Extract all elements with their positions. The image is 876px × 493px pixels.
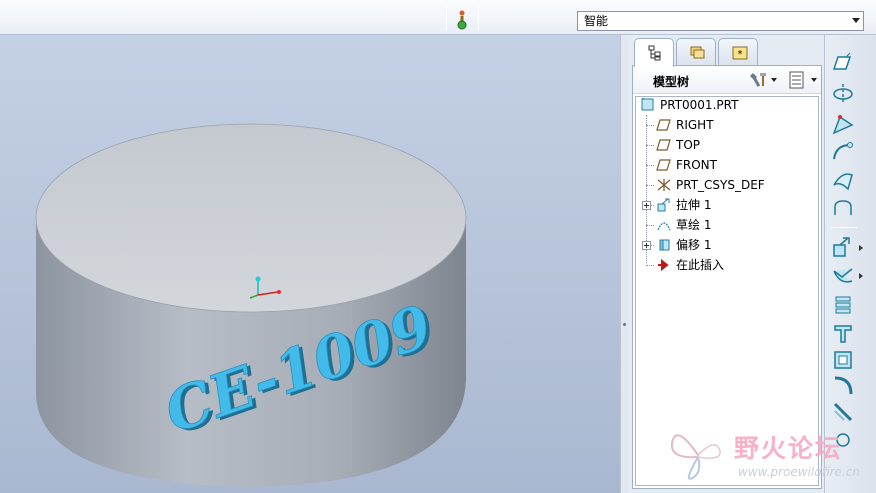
toolbar-separator (831, 227, 857, 228)
chevron-right-icon[interactable] (859, 245, 863, 251)
expand-icon[interactable] (642, 241, 651, 250)
watermark-url: www.proewildfire.cn (738, 465, 860, 479)
expand-icon[interactable] (642, 201, 651, 210)
list-icon (789, 71, 804, 89)
top-toolbar: 智能 (0, 0, 876, 35)
chevron-down-icon (771, 78, 777, 82)
folder-browser-icon (690, 46, 705, 59)
extrude-tool-icon[interactable] (830, 235, 856, 261)
traffic-light-icon[interactable] (455, 9, 469, 31)
hole-tool-icon[interactable] (830, 347, 856, 373)
datum-plane-icon (656, 119, 671, 131)
shell-tool-icon[interactable] (830, 321, 856, 347)
folder-browser-tab[interactable] (676, 38, 716, 65)
revolve-tool-icon[interactable] (830, 263, 856, 289)
model-tree-tab[interactable] (634, 38, 674, 67)
butterfly-logo-icon (670, 434, 721, 480)
selection-filter-select[interactable]: 智能 (577, 11, 864, 31)
cylinder-model[interactable]: CE-1009 CE-1009 (0, 35, 620, 493)
datum-plane-tool-icon[interactable] (830, 51, 856, 77)
panel-sash[interactable] (620, 35, 628, 493)
svg-text:*: * (738, 49, 743, 60)
coordinate-system-icon (657, 179, 671, 191)
rib-tool-icon[interactable] (830, 293, 856, 319)
datum-curve-tool-icon[interactable] (830, 139, 856, 165)
part-icon (640, 98, 656, 111)
datum-plane-icon (656, 159, 671, 171)
cylinder-top-face (35, 123, 467, 313)
selection-filter-value: 智能 (584, 14, 609, 28)
chevron-down-icon (811, 78, 817, 82)
toolbar-separator (478, 6, 479, 30)
sash-grip-icon (623, 323, 626, 326)
sketch-tool-icon[interactable] (830, 167, 856, 193)
toolbar-separator (446, 6, 447, 30)
model-tree-icon (648, 45, 661, 61)
tree-title: 模型树 (653, 75, 690, 89)
insert-here-icon (658, 258, 669, 272)
tree-settings-button[interactable] (749, 71, 779, 89)
datum-point-tool-icon[interactable] (830, 111, 856, 137)
chevron-down-icon (852, 18, 860, 23)
graphics-viewport[interactable]: CE-1009 CE-1009 (0, 35, 620, 493)
chamfer-tool-icon[interactable] (830, 399, 856, 425)
tree-header: 模型树 (633, 66, 821, 94)
tree-show-button[interactable] (787, 71, 819, 89)
favorites-icon: * (732, 46, 748, 60)
chevron-right-icon[interactable] (859, 273, 863, 279)
datum-plane-icon (656, 139, 671, 151)
csys-tool-icon[interactable] (830, 195, 856, 221)
round-tool-icon[interactable] (830, 373, 856, 399)
sketch-icon (657, 222, 671, 231)
datum-axis-tool-icon[interactable] (830, 81, 856, 107)
watermark-title: 野火论坛 (734, 434, 843, 463)
extrude-icon (657, 198, 670, 212)
tools-icon (750, 73, 766, 87)
offset-icon (659, 239, 670, 251)
favorites-tab[interactable]: * (718, 38, 758, 65)
forum-watermark: 野火论坛 www.proewildfire.cn (668, 425, 874, 491)
